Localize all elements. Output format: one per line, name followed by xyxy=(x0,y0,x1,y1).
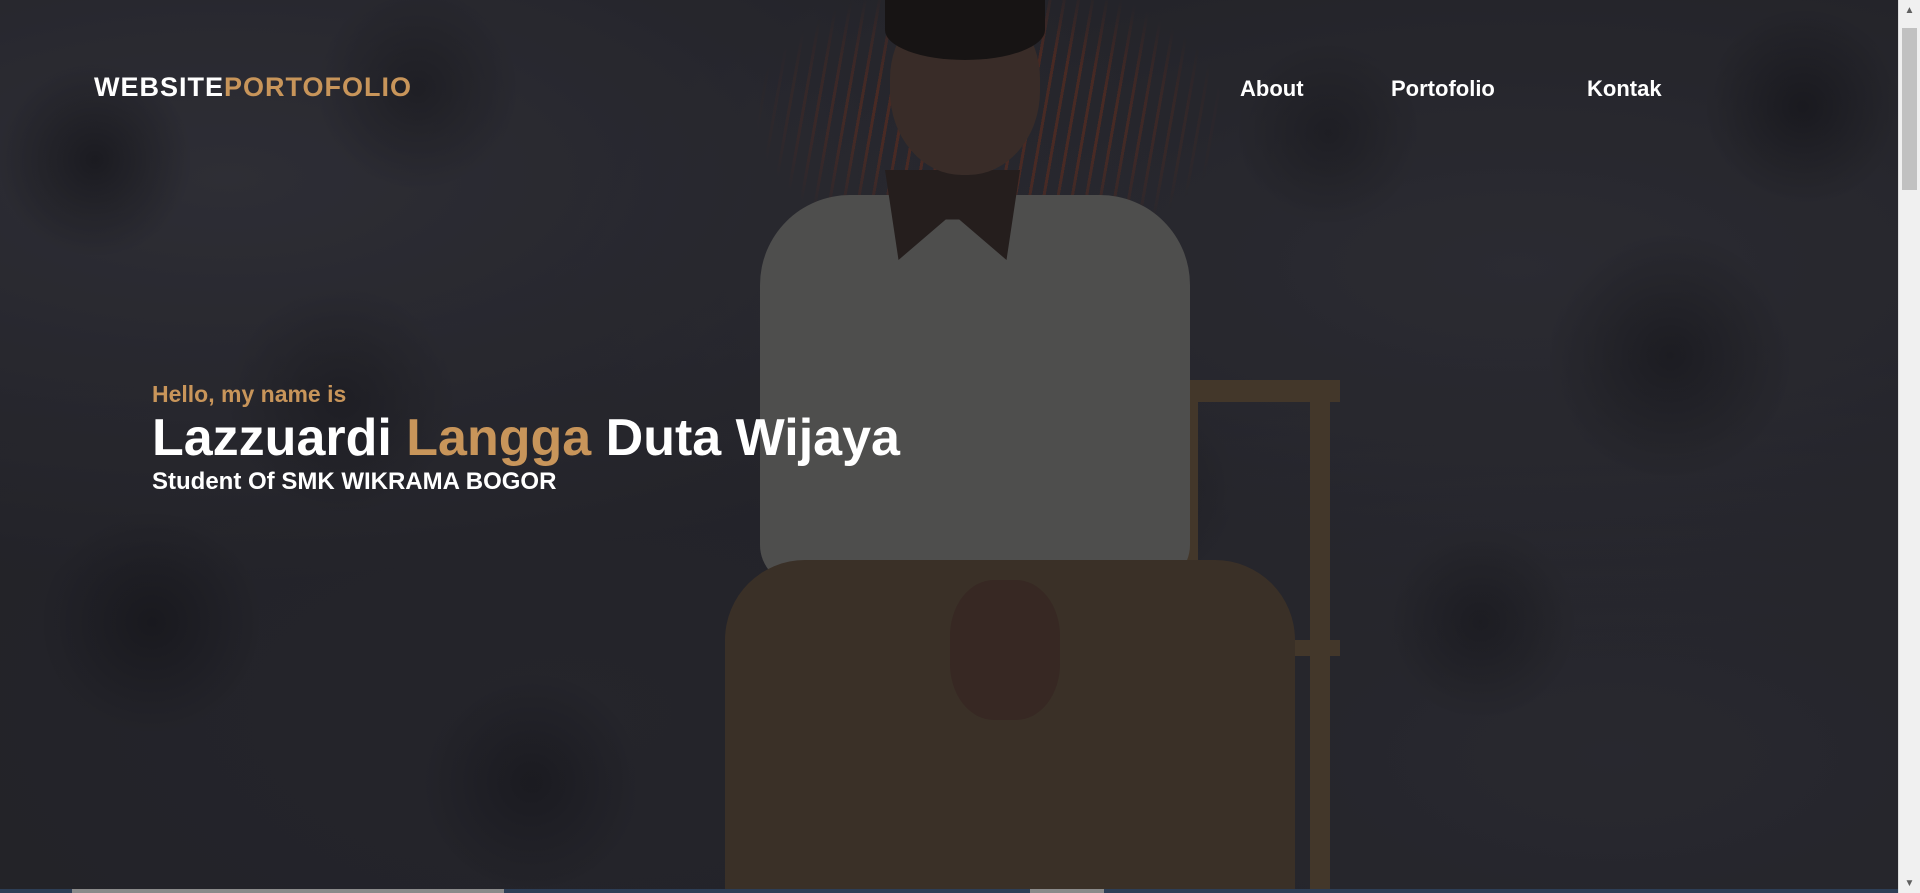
greeting: Hello, my name is xyxy=(152,381,347,407)
scrollbar-segment[interactable] xyxy=(72,889,504,893)
horizontal-scrollbar[interactable] xyxy=(0,889,1898,893)
full-name: Lazzuardi Langga Duta Wijaya xyxy=(152,412,900,464)
brand-primary: WEBSITE xyxy=(94,72,225,102)
scrollbar-segment[interactable] xyxy=(1030,889,1104,893)
nav-link-kontak[interactable]: Kontak xyxy=(1587,76,1662,102)
name-accent: Langga xyxy=(406,409,592,467)
hero-text: Hello, my name is Lazzuardi Langga Duta … xyxy=(152,381,900,496)
name-first: Lazzuardi xyxy=(152,409,392,467)
scroll-up-icon[interactable]: ▲ xyxy=(1899,0,1920,20)
hero-section: WEBSITEPORTOFOLIO About Portofolio Konta… xyxy=(0,0,1898,889)
nav-link-about[interactable]: About xyxy=(1240,76,1304,102)
vertical-scrollbar[interactable]: ▲ ▼ xyxy=(1898,0,1920,893)
brand-logo[interactable]: WEBSITEPORTOFOLIO xyxy=(94,72,412,103)
scrollbar-thumb[interactable] xyxy=(1902,28,1917,190)
subtitle: Student Of SMK WIKRAMA BOGOR xyxy=(152,468,557,495)
name-last: Duta Wijaya xyxy=(605,409,900,467)
scroll-down-icon[interactable]: ▼ xyxy=(1899,873,1920,893)
brand-accent: PORTOFOLIO xyxy=(224,72,413,102)
nav-link-portofolio[interactable]: Portofolio xyxy=(1391,76,1495,102)
